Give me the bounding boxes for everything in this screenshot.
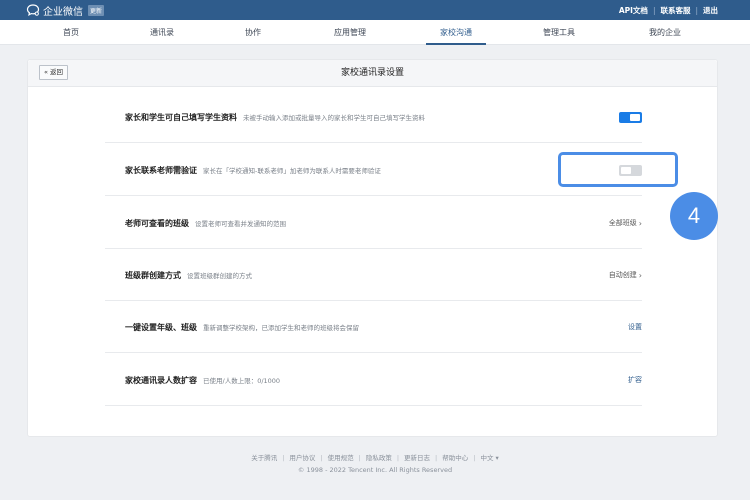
nav-collaboration[interactable]: 协作 xyxy=(238,20,268,45)
language-selector[interactable]: 中文 ▾ xyxy=(480,454,498,462)
highlight-frame xyxy=(558,152,678,187)
footer-separator: | xyxy=(435,454,438,462)
setting-description: 设置班级群创建的方式 xyxy=(187,272,252,280)
logout-link[interactable]: 退出 xyxy=(703,5,718,16)
main-nav: 首页 通讯录 协作 应用管理 家校沟通 管理工具 我的企业 xyxy=(0,20,750,45)
setting-title: 家长联系老师需验证 xyxy=(125,165,197,175)
setting-row-group-create: 班级群创建方式 设置班级群创建的方式 自动创建 › xyxy=(105,249,642,301)
toggle-container xyxy=(619,91,642,143)
footer-separator: | xyxy=(282,454,285,462)
setting-title: 班级群创建方式 xyxy=(125,270,181,280)
setting-title: 家长和学生可自己填写学生资料 xyxy=(125,112,237,122)
footer-links: 关于腾讯 | 用户协议 | 使用规范 | 隐私政策 | 更新日志 | 帮助中心 | 中文 ▾ xyxy=(0,452,750,462)
nav-home-school[interactable]: 家校沟通 xyxy=(426,20,486,45)
step-number-badge: 4 xyxy=(670,192,718,240)
nav-contacts[interactable]: 通讯录 xyxy=(143,20,181,45)
footer-link-changelog[interactable]: 更新日志 xyxy=(404,454,430,462)
chat-bubble-logo-icon xyxy=(26,4,40,16)
top-links: API文档 | 联系客服 | 退出 xyxy=(619,0,718,20)
setting-title: 一键设置年级、班级 xyxy=(125,322,197,332)
setting-description: 设置老师可查看并发通知的范围 xyxy=(195,220,286,228)
api-docs-link[interactable]: API文档 xyxy=(619,5,648,16)
setting-row-self-fill: 家长和学生可自己填写学生资料 未被手动输入添加或批量导入的家长和学生可自己填写学… xyxy=(105,91,642,143)
footer-separator: | xyxy=(473,454,476,462)
brand[interactable]: 企业微信 更新 xyxy=(26,2,105,18)
nav-home[interactable]: 首页 xyxy=(56,20,86,45)
brand-badge: 更新 xyxy=(88,4,105,16)
top-bar: 企业微信 更新 API文档 | 联系客服 | 退出 xyxy=(0,0,750,20)
card-header: 家校通讯录设置 « 返回 xyxy=(28,60,717,87)
setting-description: 重新调整学校架构，已添加学生和老师的班级将会保留 xyxy=(203,324,359,332)
chevron-right-icon: › xyxy=(638,270,642,280)
back-button[interactable]: « 返回 xyxy=(39,65,69,80)
setup-link[interactable]: 设置 xyxy=(628,301,642,353)
setting-row-capacity: 家校通讯录人数扩容 已使用/人数上限：0/1000 扩容 xyxy=(105,354,642,406)
top-link-separator: | xyxy=(652,5,656,15)
setting-title: 家校通讯录人数扩容 xyxy=(125,375,197,385)
footer-separator: | xyxy=(396,454,400,462)
setting-row-visible-classes: 老师可查看的班级 设置老师可查看并发通知的范围 全部班级 › xyxy=(105,197,642,249)
settings-card: 家校通讯录设置 « 返回 家长和学生可自己填写学生资料 未被手动输入添加或批量导… xyxy=(27,59,718,437)
setting-title: 老师可查看的班级 xyxy=(125,218,189,228)
footer-link-about[interactable]: 关于腾讯 xyxy=(251,454,277,462)
setting-description: 未被手动输入添加或批量导入的家长和学生可自己填写学生资料 xyxy=(243,114,425,122)
toggle-knob xyxy=(630,113,640,121)
footer-separator: | xyxy=(320,454,323,462)
expand-capacity-link[interactable]: 扩容 xyxy=(628,354,642,406)
copyright: © 1998 - 2022 Tencent Inc. All Rights Re… xyxy=(297,466,453,474)
page-title: 家校通讯录设置 xyxy=(340,68,404,78)
nav-management-tools[interactable]: 管理工具 xyxy=(537,20,581,45)
brand-name: 企业微信 xyxy=(43,6,83,18)
setting-row-grade-class: 一键设置年级、班级 重新调整学校架构，已添加学生和老师的班级将会保留 设置 xyxy=(105,301,642,353)
footer-separator: | xyxy=(358,454,361,462)
chevron-right-icon: › xyxy=(638,218,642,228)
setting-description: 家长在「学校通知-联系老师」加老师为联系人时需要老师验证 xyxy=(203,167,381,175)
action-label: 全部班级 xyxy=(608,219,637,227)
nav-app-management[interactable]: 应用管理 xyxy=(328,20,372,45)
all-classes-link[interactable]: 全部班级 › xyxy=(609,197,642,249)
auto-create-link[interactable]: 自动创建 › xyxy=(609,249,642,301)
footer-link-agreement[interactable]: 用户协议 xyxy=(289,454,315,462)
self-fill-toggle[interactable] xyxy=(619,111,642,123)
footer-link-rules[interactable]: 使用规范 xyxy=(328,454,354,462)
top-link-separator: | xyxy=(695,5,698,15)
footer-link-privacy[interactable]: 隐私政策 xyxy=(366,454,392,462)
nav-my-enterprise[interactable]: 我的企业 xyxy=(643,20,687,45)
action-label: 自动创建 xyxy=(608,271,637,279)
contact-support-link[interactable]: 联系客服 xyxy=(660,5,690,16)
setting-description: 已使用/人数上限：0/1000 xyxy=(203,377,281,385)
footer-link-help[interactable]: 帮助中心 xyxy=(442,454,468,462)
